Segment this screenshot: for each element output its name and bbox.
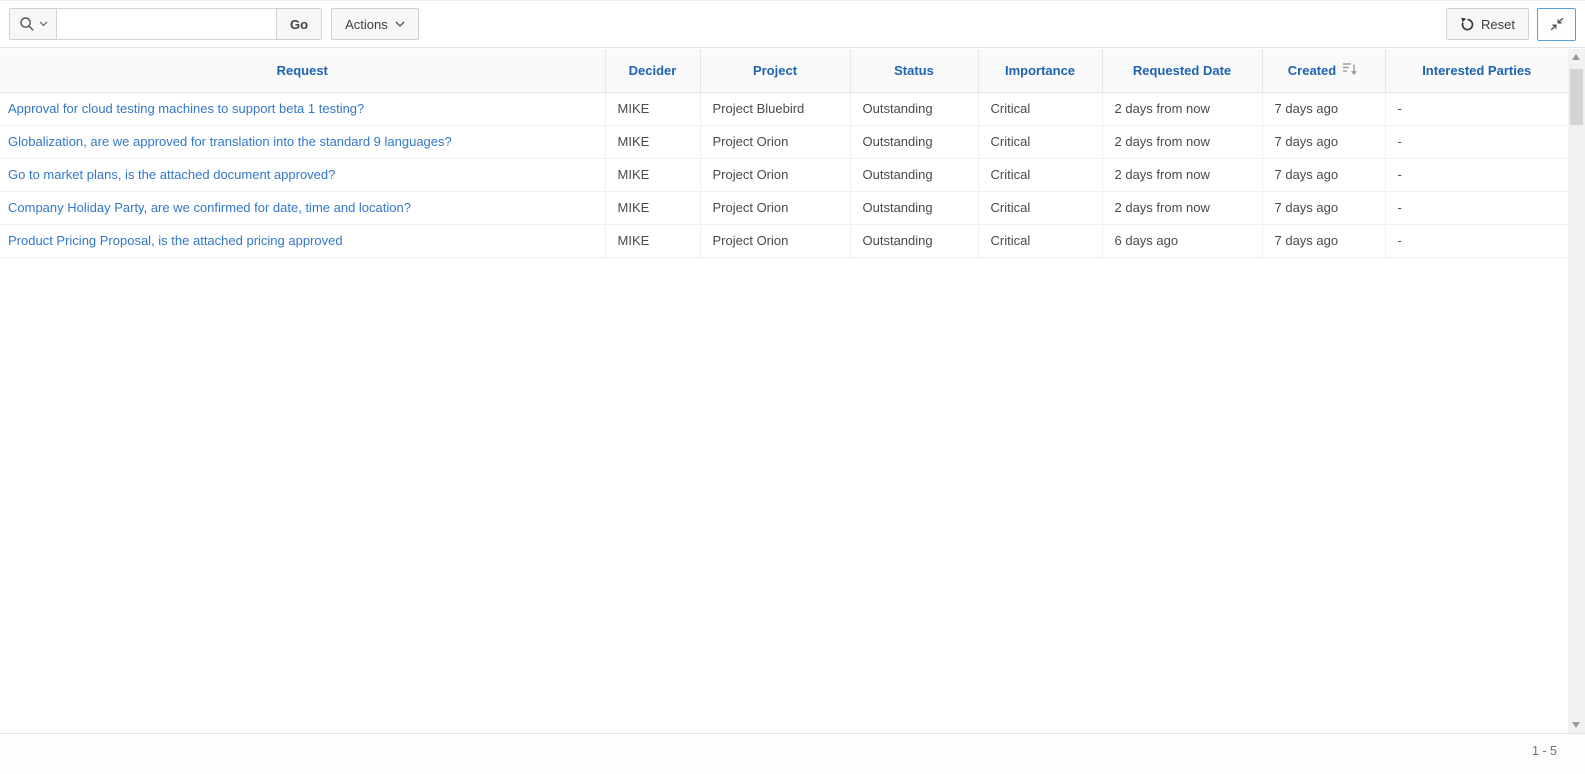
cell-requested-date: 2 days from now — [1102, 92, 1262, 125]
request-link[interactable]: Globalization, are we approved for trans… — [8, 134, 452, 149]
cell-interested-parties: - — [1385, 92, 1568, 125]
cell-decider: MIKE — [605, 125, 700, 158]
column-header-requested-date[interactable]: Requested Date — [1102, 49, 1262, 92]
cell-request: Globalization, are we approved for trans… — [0, 125, 605, 158]
table-row: Approval for cloud testing machines to s… — [0, 92, 1568, 125]
cell-request: Product Pricing Proposal, is the attache… — [0, 224, 605, 257]
table-row: Go to market plans, is the attached docu… — [0, 158, 1568, 191]
cell-importance: Critical — [978, 224, 1102, 257]
header-row: Request Decider Project Status Importanc… — [0, 49, 1568, 92]
column-header-project[interactable]: Project — [700, 49, 850, 92]
cell-created: 7 days ago — [1262, 191, 1385, 224]
cell-project: Project Orion — [700, 125, 850, 158]
cell-project: Project Orion — [700, 224, 850, 257]
go-button[interactable]: Go — [276, 8, 322, 40]
cell-status: Outstanding — [850, 158, 978, 191]
cell-status: Outstanding — [850, 191, 978, 224]
scroll-down-icon[interactable] — [1572, 722, 1580, 728]
actions-button-label: Actions — [345, 17, 388, 32]
cell-interested-parties: - — [1385, 191, 1568, 224]
report-toolbar: Go Actions Reset — [0, 0, 1585, 48]
cell-status: Outstanding — [850, 125, 978, 158]
reset-button[interactable]: Reset — [1446, 8, 1529, 40]
column-header-interested-parties[interactable]: Interested Parties — [1385, 49, 1568, 92]
cell-interested-parties: - — [1385, 125, 1568, 158]
vertical-scrollbar[interactable] — [1568, 49, 1585, 733]
cell-importance: Critical — [978, 92, 1102, 125]
request-link[interactable]: Company Holiday Party, are we confirmed … — [8, 200, 411, 215]
cell-created: 7 days ago — [1262, 92, 1385, 125]
report-footer: 1 - 5 — [0, 733, 1585, 774]
column-header-created[interactable]: Created — [1262, 49, 1385, 92]
cell-requested-date: 6 days ago — [1102, 224, 1262, 257]
pagination-range: 1 - 5 — [1532, 744, 1557, 758]
cell-requested-date: 2 days from now — [1102, 125, 1262, 158]
column-header-importance[interactable]: Importance — [978, 49, 1102, 92]
cell-project: Project Bluebird — [700, 92, 850, 125]
cell-request: Go to market plans, is the attached docu… — [0, 158, 605, 191]
interactive-report: Request Decider Project Status Importanc… — [0, 49, 1568, 258]
sort-descending-icon — [1342, 62, 1359, 76]
cell-requested-date: 2 days from now — [1102, 158, 1262, 191]
cell-interested-parties: - — [1385, 224, 1568, 257]
report-table: Request Decider Project Status Importanc… — [0, 49, 1568, 258]
collapse-region-button[interactable] — [1537, 8, 1576, 41]
cell-project: Project Orion — [700, 191, 850, 224]
cell-decider: MIKE — [605, 92, 700, 125]
search-icon — [19, 16, 35, 32]
chevron-down-icon — [39, 21, 48, 27]
actions-button[interactable]: Actions — [331, 8, 419, 40]
cell-decider: MIKE — [605, 224, 700, 257]
table-row: Product Pricing Proposal, is the attache… — [0, 224, 1568, 257]
table-row: Globalization, are we approved for trans… — [0, 125, 1568, 158]
cell-decider: MIKE — [605, 191, 700, 224]
collapse-region-icon — [1549, 16, 1565, 32]
cell-decider: MIKE — [605, 158, 700, 191]
request-link[interactable]: Go to market plans, is the attached docu… — [8, 167, 335, 182]
search-options-button[interactable] — [9, 8, 57, 40]
table-row: Company Holiday Party, are we confirmed … — [0, 191, 1568, 224]
cell-importance: Critical — [978, 125, 1102, 158]
cell-status: Outstanding — [850, 92, 978, 125]
search-bar: Go — [9, 8, 322, 40]
cell-importance: Critical — [978, 158, 1102, 191]
chevron-down-icon — [395, 21, 405, 28]
reset-button-label: Reset — [1481, 17, 1515, 32]
cell-status: Outstanding — [850, 224, 978, 257]
cell-request: Company Holiday Party, are we confirmed … — [0, 191, 605, 224]
request-link[interactable]: Approval for cloud testing machines to s… — [8, 101, 364, 116]
scroll-up-icon[interactable] — [1572, 54, 1580, 60]
scrollbar-thumb[interactable] — [1570, 69, 1583, 125]
cell-project: Project Orion — [700, 158, 850, 191]
column-header-request[interactable]: Request — [0, 49, 605, 92]
cell-created: 7 days ago — [1262, 158, 1385, 191]
search-input[interactable] — [56, 8, 277, 40]
cell-created: 7 days ago — [1262, 224, 1385, 257]
cell-interested-parties: - — [1385, 158, 1568, 191]
column-header-status[interactable]: Status — [850, 49, 978, 92]
reset-icon — [1460, 17, 1475, 32]
column-header-decider[interactable]: Decider — [605, 49, 700, 92]
cell-created: 7 days ago — [1262, 125, 1385, 158]
cell-requested-date: 2 days from now — [1102, 191, 1262, 224]
cell-importance: Critical — [978, 191, 1102, 224]
cell-request: Approval for cloud testing machines to s… — [0, 92, 605, 125]
request-link[interactable]: Product Pricing Proposal, is the attache… — [8, 233, 343, 248]
